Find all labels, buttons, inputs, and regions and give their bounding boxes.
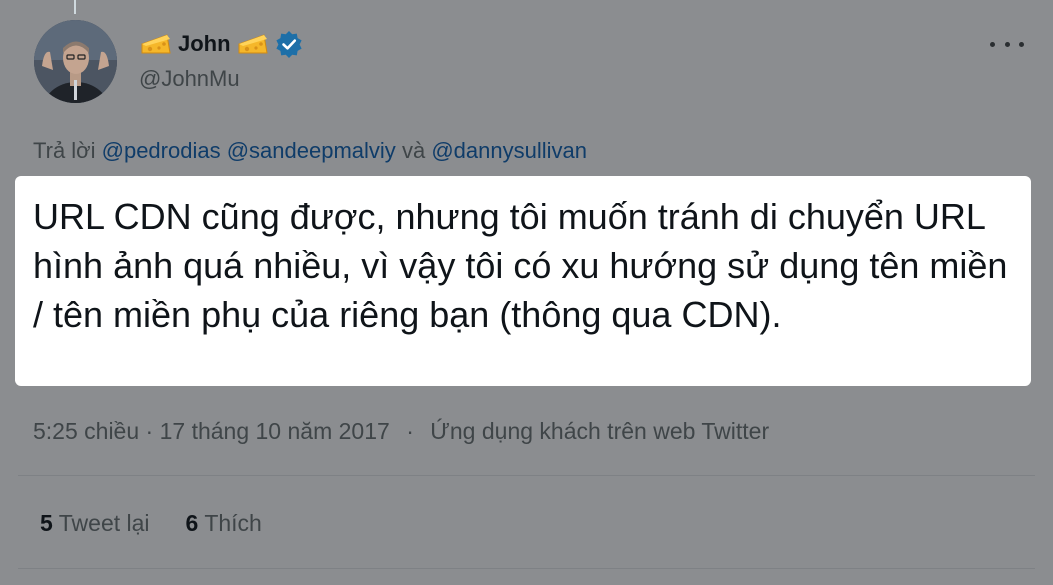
reply-prefix: Trả lời xyxy=(33,138,96,163)
divider xyxy=(18,568,1035,569)
like-label: Thích xyxy=(204,510,262,536)
display-name[interactable]: John xyxy=(178,31,231,57)
tweet-text: URL CDN cũng được, nhưng tôi muốn tránh … xyxy=(33,196,1008,335)
meta-separator: · xyxy=(145,418,154,444)
tweet-time[interactable]: 5:25 chiều xyxy=(33,418,139,444)
retweet-count: 5 xyxy=(40,510,53,536)
cheese-wedge-icon xyxy=(237,31,269,57)
meta-separator: · xyxy=(406,418,414,444)
mention-link[interactable]: @sandeepmalviy xyxy=(227,138,396,163)
mention-link[interactable]: @dannysullivan xyxy=(431,138,587,163)
reply-conjunction: và xyxy=(401,138,426,163)
retweet-stat[interactable]: 5 Tweet lại xyxy=(40,510,150,537)
thread-connector-line xyxy=(74,0,76,14)
mention-link[interactable]: @pedrodias xyxy=(102,138,221,163)
more-options-button[interactable] xyxy=(990,34,1024,54)
divider xyxy=(18,475,1035,476)
avatar-photo-icon xyxy=(34,20,117,103)
like-stat[interactable]: 6 Thích xyxy=(186,510,262,537)
like-count: 6 xyxy=(185,510,199,536)
author-name-row[interactable]: John xyxy=(140,28,303,60)
reply-context: Trả lời @pedrodias @sandeepmalviy và @da… xyxy=(33,138,587,164)
more-horizontal-icon xyxy=(990,41,995,47)
tweet-source[interactable]: Ứng dụng khách trên web Twitter xyxy=(430,418,769,444)
tweet-date[interactable]: 17 tháng 10 năm 2017 xyxy=(160,418,390,444)
cheese-wedge-icon xyxy=(140,31,172,57)
retweet-label: Tweet lại xyxy=(58,510,150,536)
tweet-metadata: 5:25 chiều · 17 tháng 10 năm 2017 · Ứng … xyxy=(33,418,769,445)
tweet-text-highlight: URL CDN cũng được, nhưng tôi muốn tránh … xyxy=(15,176,1031,386)
user-handle[interactable]: @JohnMu xyxy=(139,66,240,92)
verified-badge-icon xyxy=(275,30,303,58)
avatar[interactable] xyxy=(34,20,117,103)
engagement-stats: 5 Tweet lại 6 Thích xyxy=(40,510,262,537)
